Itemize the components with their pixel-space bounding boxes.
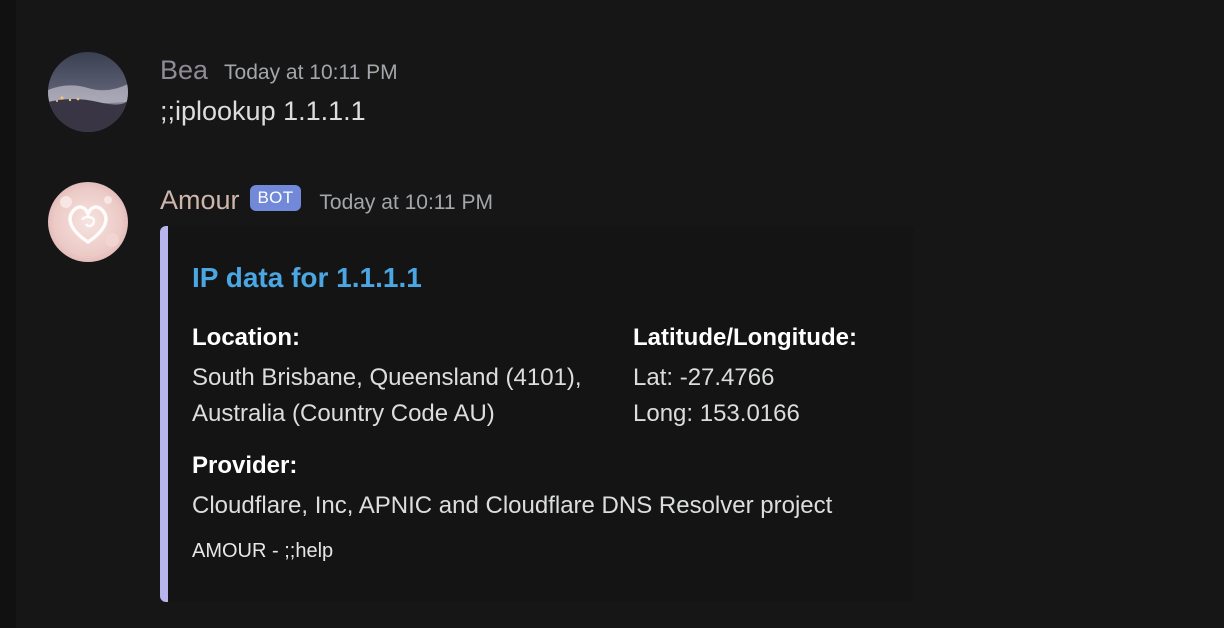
message-timestamp: Today at 10:11 PM	[319, 191, 493, 214]
bot-badge: BOT	[249, 184, 302, 211]
field-provider-value: Cloudflare, Inc, APNIC and Cloudflare DN…	[192, 492, 833, 519]
ip-data-embed: IP data for 1.1.1.1 Location: South Bris…	[160, 226, 914, 602]
embed-accent-bar	[160, 226, 168, 602]
username-bea[interactable]: Bea	[160, 55, 208, 86]
embed-title[interactable]: IP data for 1.1.1.1	[192, 262, 422, 294]
field-provider: Provider: Cloudflare, Inc, APNIC and Clo…	[192, 448, 832, 524]
field-latlong-name: Latitude/Longitude:	[633, 324, 857, 351]
field-provider-name: Provider:	[192, 452, 298, 479]
field-location-line1: South Brisbane, Queensland (4101),	[192, 364, 582, 391]
field-location: Location: South Brisbane, Queensland (41…	[192, 320, 582, 432]
field-latitude: Lat: -27.4766	[633, 364, 775, 391]
field-location-value: South Brisbane, Queensland (4101), Austr…	[192, 360, 582, 432]
message-timestamp: Today at 10:11 PM	[224, 61, 398, 84]
chat-message-list: Bea Today at 10:11 PM ;;iplookup 1.1.1.1	[16, 0, 1224, 628]
bot-avatar-amour[interactable]	[48, 182, 128, 262]
field-longitude: Long: 153.0166	[633, 400, 800, 427]
field-latlong-value: Lat: -27.4766 Long: 153.0166	[633, 360, 857, 432]
message-text: ;;iplookup 1.1.1.1	[160, 96, 366, 126]
field-latlong: Latitude/Longitude: Lat: -27.4766 Long: …	[633, 320, 857, 432]
embed-footer: AMOUR - ;;help	[192, 540, 334, 562]
field-location-name: Location:	[192, 324, 300, 351]
username-amour[interactable]: Amour	[160, 185, 240, 216]
field-location-line2: Australia (Country Code AU)	[192, 400, 495, 427]
user-avatar-bea[interactable]	[48, 52, 128, 132]
